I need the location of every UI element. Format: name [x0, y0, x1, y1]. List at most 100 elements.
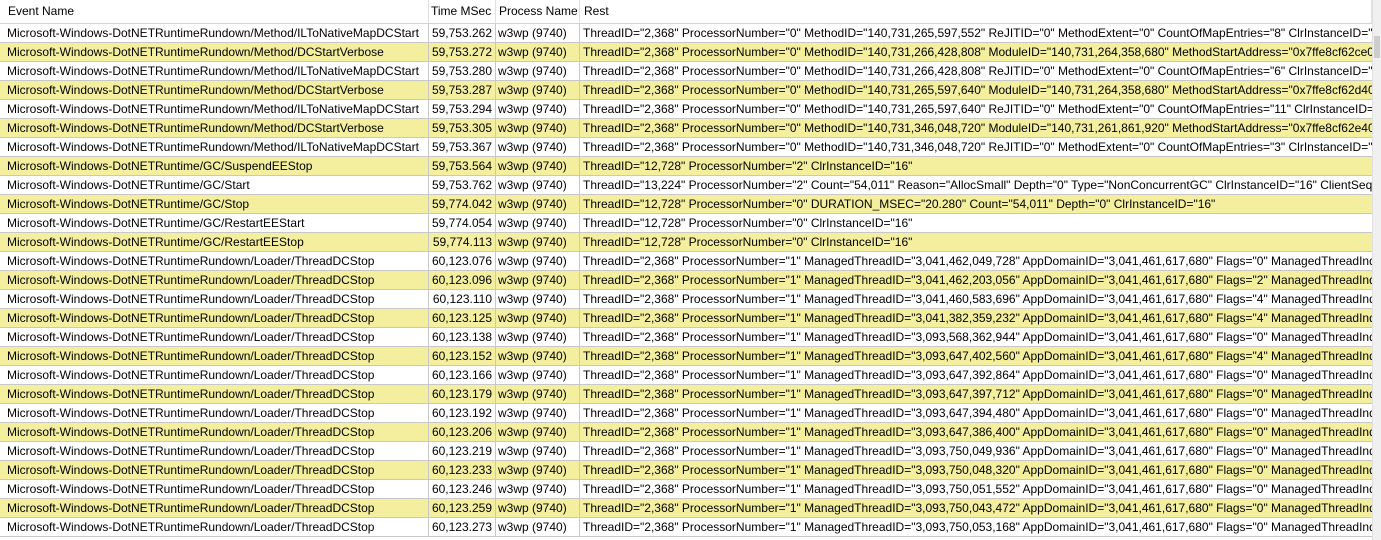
- time-msec-cell: 60,123.138: [429, 328, 496, 346]
- event-name-cell: Microsoft-Windows-DotNETRuntimeRundown/L…: [0, 442, 429, 460]
- table-row[interactable]: Microsoft-Windows-DotNETRuntimeRundown/M…: [0, 119, 1372, 138]
- time-msec-cell: 60,123.076: [429, 252, 496, 270]
- process-name-cell: w3wp (9740): [496, 43, 580, 61]
- process-name-cell: w3wp (9740): [496, 176, 580, 194]
- table-row[interactable]: Microsoft-Windows-DotNETRuntimeRundown/L…: [0, 290, 1372, 309]
- table-row[interactable]: Microsoft-Windows-DotNETRuntime/GC/Stop 5…: [0, 195, 1372, 214]
- time-msec-cell: 60,123.246: [429, 480, 496, 498]
- time-msec-cell: 59,774.054: [429, 214, 496, 232]
- column-header-process-name[interactable]: Process Name: [496, 0, 580, 23]
- rest-cell: ThreadID="2,368" ProcessorNumber="1" Man…: [583, 444, 1372, 458]
- event-name-cell: Microsoft-Windows-DotNETRuntimeRundown/L…: [0, 404, 429, 422]
- rest-cell: ThreadID="2,368" ProcessorNumber="1" Man…: [583, 406, 1372, 420]
- process-name-cell: w3wp (9740): [496, 271, 580, 289]
- event-name-cell: Microsoft-Windows-DotNETRuntime/GC/Stop: [0, 195, 429, 213]
- process-name-cell: w3wp (9740): [496, 442, 580, 460]
- process-name-cell: w3wp (9740): [496, 214, 580, 232]
- event-name-cell: Microsoft-Windows-DotNETRuntimeRundown/L…: [0, 252, 429, 270]
- table-row[interactable]: Microsoft-Windows-DotNETRuntimeRundown/L…: [0, 385, 1372, 404]
- table-row[interactable]: Microsoft-Windows-DotNETRuntimeRundown/M…: [0, 100, 1372, 119]
- event-name-cell: Microsoft-Windows-DotNETRuntimeRundown/M…: [0, 24, 429, 42]
- event-name-cell: Microsoft-Windows-DotNETRuntime/GC/Suspe…: [0, 157, 429, 175]
- event-name-cell: Microsoft-Windows-DotNETRuntime/GC/Start: [0, 176, 429, 194]
- time-msec-cell: 60,123.219: [429, 442, 496, 460]
- rest-cell: ThreadID="12,728" ProcessorNumber="0" Cl…: [583, 216, 913, 230]
- table-row[interactable]: Microsoft-Windows-DotNETRuntimeRundown/L…: [0, 366, 1372, 385]
- rest-cell: ThreadID="2,368" ProcessorNumber="1" Man…: [583, 273, 1372, 287]
- event-name-cell: Microsoft-Windows-DotNETRuntimeRundown/M…: [0, 81, 429, 99]
- table-row[interactable]: Microsoft-Windows-DotNETRuntimeRundown/M…: [0, 81, 1372, 100]
- time-msec-cell: 59,753.762: [429, 176, 496, 194]
- time-msec-cell: 60,123.233: [429, 461, 496, 479]
- table-row[interactable]: Microsoft-Windows-DotNETRuntimeRundown/L…: [0, 423, 1372, 442]
- time-msec-cell: 60,123.125: [429, 309, 496, 327]
- rest-cell: ThreadID="2,368" ProcessorNumber="0" Met…: [583, 26, 1372, 40]
- table-row[interactable]: Microsoft-Windows-DotNETRuntimeRundown/L…: [0, 480, 1372, 499]
- time-msec-cell: 59,753.564: [429, 157, 496, 175]
- event-name-cell: Microsoft-Windows-DotNETRuntimeRundown/M…: [0, 119, 429, 137]
- time-msec-cell: 59,774.042: [429, 195, 496, 213]
- event-name-cell: Microsoft-Windows-DotNETRuntimeRundown/L…: [0, 271, 429, 289]
- time-msec-cell: 60,123.179: [429, 385, 496, 403]
- rest-cell: ThreadID="2,368" ProcessorNumber="1" Man…: [583, 501, 1372, 515]
- process-name-cell: w3wp (9740): [496, 62, 580, 80]
- table-row[interactable]: Microsoft-Windows-DotNETRuntime/GC/Suspe…: [0, 157, 1372, 176]
- rest-cell: ThreadID="2,368" ProcessorNumber="0" Met…: [583, 140, 1372, 154]
- rest-cell: ThreadID="12,728" ProcessorNumber="0" DU…: [583, 197, 1216, 211]
- table-row[interactable]: Microsoft-Windows-DotNETRuntimeRundown/L…: [0, 309, 1372, 328]
- rest-cell: ThreadID="2,368" ProcessorNumber="1" Man…: [583, 463, 1372, 477]
- event-name-cell: Microsoft-Windows-DotNETRuntimeRundown/M…: [0, 100, 429, 118]
- event-name-cell: Microsoft-Windows-DotNETRuntimeRundown/L…: [0, 385, 429, 403]
- process-name-cell: w3wp (9740): [496, 347, 580, 365]
- rest-cell: ThreadID="2,368" ProcessorNumber="1" Man…: [583, 292, 1372, 306]
- table-row[interactable]: Microsoft-Windows-DotNETRuntime/GC/Resta…: [0, 214, 1372, 233]
- time-msec-cell: 59,753.262: [429, 24, 496, 42]
- table-row[interactable]: Microsoft-Windows-DotNETRuntimeRundown/L…: [0, 404, 1372, 423]
- process-name-cell: w3wp (9740): [496, 233, 580, 251]
- rest-cell: ThreadID="2,368" ProcessorNumber="0" Met…: [583, 121, 1372, 135]
- table-row[interactable]: Microsoft-Windows-DotNETRuntime/GC/Start…: [0, 176, 1372, 195]
- table-row[interactable]: Microsoft-Windows-DotNETRuntimeRundown/L…: [0, 328, 1372, 347]
- column-header-event-name[interactable]: Event Name: [0, 0, 429, 23]
- table-row[interactable]: Microsoft-Windows-DotNETRuntimeRundown/L…: [0, 347, 1372, 366]
- event-name-cell: Microsoft-Windows-DotNETRuntimeRundown/L…: [0, 290, 429, 308]
- table-row[interactable]: Microsoft-Windows-DotNETRuntimeRundown/L…: [0, 252, 1372, 271]
- time-msec-cell: 60,123.259: [429, 499, 496, 517]
- table-body: Microsoft-Windows-DotNETRuntimeRundown/M…: [0, 24, 1372, 537]
- table-row[interactable]: Microsoft-Windows-DotNETRuntimeRundown/L…: [0, 461, 1372, 480]
- rest-cell: ThreadID="2,368" ProcessorNumber="1" Man…: [583, 330, 1372, 344]
- event-name-cell: Microsoft-Windows-DotNETRuntimeRundown/L…: [0, 423, 429, 441]
- table-row[interactable]: Microsoft-Windows-DotNETRuntimeRundown/L…: [0, 271, 1372, 290]
- process-name-cell: w3wp (9740): [496, 195, 580, 213]
- table-row[interactable]: Microsoft-Windows-DotNETRuntimeRundown/L…: [0, 518, 1372, 537]
- event-name-cell: Microsoft-Windows-DotNETRuntimeRundown/M…: [0, 62, 429, 80]
- table-row[interactable]: Microsoft-Windows-DotNETRuntimeRundown/L…: [0, 442, 1372, 461]
- scrollbar-thumb[interactable]: [1374, 36, 1380, 58]
- rest-cell: ThreadID="2,368" ProcessorNumber="0" Met…: [583, 45, 1372, 59]
- process-name-cell: w3wp (9740): [496, 480, 580, 498]
- time-msec-cell: 59,753.272: [429, 43, 496, 61]
- process-name-cell: w3wp (9740): [496, 385, 580, 403]
- table-row[interactable]: Microsoft-Windows-DotNETRuntimeRundown/M…: [0, 62, 1372, 81]
- time-msec-cell: 59,753.305: [429, 119, 496, 137]
- rest-cell: ThreadID="2,368" ProcessorNumber="0" Met…: [583, 83, 1372, 97]
- column-header-time-msec[interactable]: Time MSec: [429, 0, 496, 23]
- table-row[interactable]: Microsoft-Windows-DotNETRuntimeRundown/M…: [0, 24, 1372, 43]
- table-row[interactable]: Microsoft-Windows-DotNETRuntime/GC/Resta…: [0, 233, 1372, 252]
- rest-cell: ThreadID="12,728" ProcessorNumber="0" Cl…: [583, 235, 913, 249]
- table-row[interactable]: Microsoft-Windows-DotNETRuntimeRundown/L…: [0, 499, 1372, 518]
- table-row[interactable]: Microsoft-Windows-DotNETRuntimeRundown/M…: [0, 43, 1372, 62]
- process-name-cell: w3wp (9740): [496, 366, 580, 384]
- time-msec-cell: 59,753.367: [429, 138, 496, 156]
- process-name-cell: w3wp (9740): [496, 81, 580, 99]
- time-msec-cell: 59,753.294: [429, 100, 496, 118]
- column-header-rest[interactable]: Rest: [580, 0, 1372, 23]
- rest-cell: ThreadID="2,368" ProcessorNumber="1" Man…: [583, 254, 1372, 268]
- table-row[interactable]: Microsoft-Windows-DotNETRuntimeRundown/M…: [0, 138, 1372, 157]
- time-msec-cell: 60,123.206: [429, 423, 496, 441]
- events-table: Event Name Time MSec Process Name Rest M…: [0, 0, 1372, 540]
- process-name-cell: w3wp (9740): [496, 404, 580, 422]
- event-name-cell: Microsoft-Windows-DotNETRuntimeRundown/M…: [0, 138, 429, 156]
- vertical-scrollbar[interactable]: [1372, 0, 1381, 540]
- time-msec-cell: 60,123.273: [429, 518, 496, 536]
